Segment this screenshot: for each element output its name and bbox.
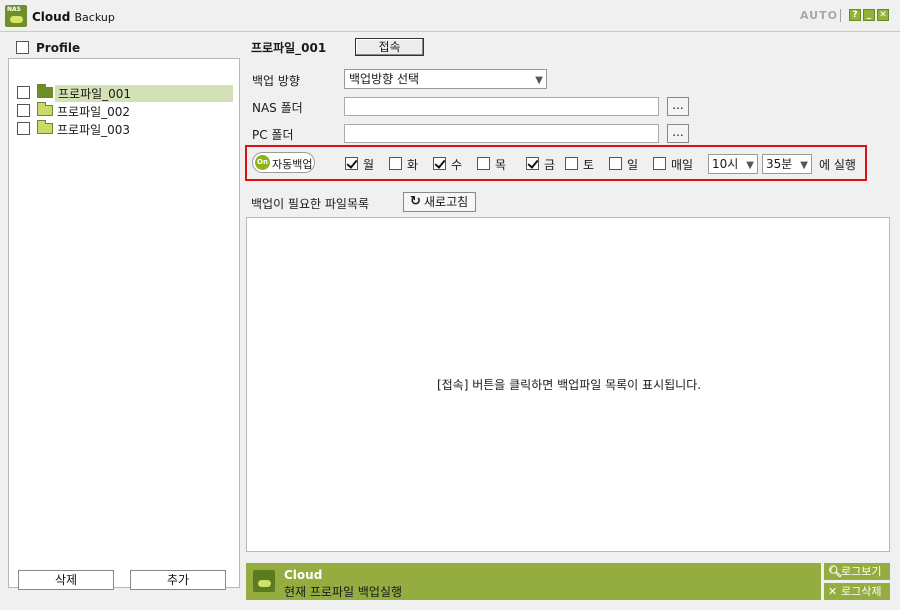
app-name-sub: Backup [74,11,115,24]
profile-panel: Profile 프로파일_001 프로파일_002 프로파일_003 [8,36,240,603]
refresh-button[interactable]: ↻ 새로고침 [403,192,476,212]
pc-browse-button[interactable]: ... [667,124,689,143]
title-separator [840,9,841,22]
folder-icon [37,120,53,134]
hour-select[interactable]: 10시 ▼ [708,154,758,174]
app-name: Cloud [32,10,71,24]
profile-item-label: 프로파일_003 [57,123,131,137]
profile-item[interactable]: 프로파일_002 [9,102,233,119]
day-checkbox[interactable] [653,157,666,170]
day-checkbox[interactable] [477,157,490,170]
profile-item[interactable]: 프로파일_001 [9,84,233,102]
auto-backup-schedule: On 자동백업 월 화 수 목 금 토 일 매일 10시 ▼ 35분 ▼ 에 실… [245,145,867,181]
chevron-down-icon: ▼ [746,160,754,171]
day-checkbox[interactable] [565,157,578,170]
cloud-shape [10,16,23,23]
close-icon: ✕ [828,585,838,598]
status-title: Cloud [284,568,323,582]
minute-select[interactable]: 35분 ▼ [762,154,812,174]
title-bar: NAS Cloud Backup AUTO ? _ ✕ [0,0,900,32]
minimize-button[interactable]: _ [863,9,875,21]
chevron-down-icon: ▼ [535,75,543,86]
day-label: 월 [363,158,375,172]
day-label: 목 [495,158,507,172]
pc-folder-label: PC 폴더 [252,128,294,142]
day-checkbox[interactable] [526,157,539,170]
toggle-state: On [255,155,270,170]
profile-item-label: 프로파일_001 [55,85,233,102]
profile-item-label: 프로파일_002 [57,105,131,119]
minute-value: 35분 [766,157,793,171]
close-button[interactable]: ✕ [877,9,889,21]
profile-item[interactable]: 프로파일_003 [9,120,233,137]
auto-label: AUTO [800,9,838,22]
empty-list-message: [접속] 버튼을 클릭하면 백업파일 목록이 표시됩니다. [436,378,702,392]
search-icon: 🔍︎ [828,565,842,578]
day-label: 수 [451,158,463,172]
cloud-backup-logo-icon: NAS [5,5,27,27]
run-at-label: 에 실행 [819,158,856,172]
delete-log-button[interactable]: ✕ 로그삭제 [824,583,890,600]
day-checkbox[interactable] [389,157,402,170]
auto-backup-label: 자동백업 [272,158,313,171]
nas-folder-label: NAS 폴더 [252,101,303,115]
auto-backup-toggle[interactable]: On 자동백업 [252,152,315,173]
hour-value: 10시 [712,157,739,171]
day-label: 매일 [671,158,694,172]
day-label: 금 [544,158,556,172]
folder-icon [37,102,53,116]
backup-direction-select[interactable]: 백업방향 선택 ▼ [344,69,547,89]
select-all-checkbox[interactable] [16,41,29,54]
view-log-button[interactable]: 🔍︎ 로그보기 [824,563,890,580]
backup-direction-label: 백업 방향 [252,74,300,88]
profile-checkbox[interactable] [17,86,30,99]
backup-files-label: 백업이 필요한 파일목록 [251,197,370,211]
delete-profile-button[interactable]: 삭제 [18,570,114,590]
app-title: Cloud Backup [32,10,115,24]
profile-checkbox[interactable] [17,104,30,117]
profile-list[interactable]: 프로파일_001 프로파일_002 프로파일_003 [8,58,240,588]
view-log-label: 로그보기 [841,565,882,578]
pc-folder-input[interactable] [344,124,659,143]
backup-direction-value: 백업방향 선택 [349,72,420,86]
cloud-folder-icon [253,570,275,592]
backup-file-list[interactable]: [접속] 버튼을 클릭하면 백업파일 목록이 표시됩니다. [246,217,890,552]
day-checkbox[interactable] [345,157,358,170]
nas-folder-input[interactable] [344,97,659,116]
status-message: 현재 프로파일 백업실행 [284,585,403,599]
refresh-icon: ↻ [410,194,421,209]
connect-button[interactable]: 접속 [355,38,424,56]
profile-header-label: Profile [36,41,81,55]
logo-text: NAS [7,6,21,13]
day-checkbox[interactable] [609,157,622,170]
status-bar: Cloud 현재 프로파일 백업실행 [246,563,821,600]
profile-title: 프로파일_001 [251,41,327,55]
delete-log-label: 로그삭제 [841,585,882,598]
nas-browse-button[interactable]: ... [667,97,689,116]
day-label: 화 [407,158,419,172]
refresh-label: 새로고침 [424,195,469,209]
folder-open-icon [37,84,53,98]
help-button[interactable]: ? [849,9,861,21]
add-profile-button[interactable]: 추가 [130,570,226,590]
day-label: 토 [583,158,595,172]
day-label: 일 [627,158,639,172]
profile-checkbox[interactable] [17,122,30,135]
day-checkbox[interactable] [433,157,446,170]
chevron-down-icon: ▼ [800,160,808,171]
